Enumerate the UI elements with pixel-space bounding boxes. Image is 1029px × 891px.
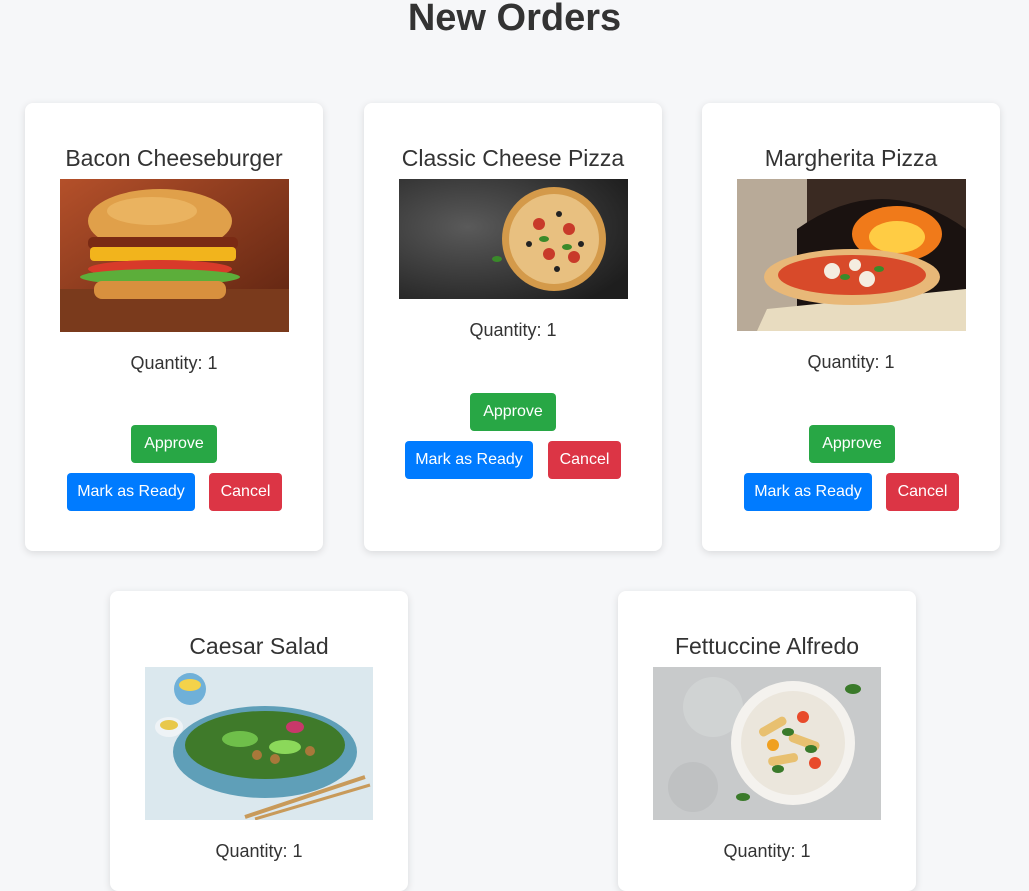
- mark-as-ready-button[interactable]: Mark as Ready: [744, 473, 872, 511]
- cancel-button[interactable]: Cancel: [209, 473, 282, 511]
- cancel-button[interactable]: Cancel: [548, 441, 621, 479]
- order-card-caesar-salad: Caesar Salad Quantity: 1: [110, 591, 408, 891]
- order-title: Classic Cheese Pizza: [401, 145, 625, 171]
- cancel-button[interactable]: Cancel: [886, 473, 959, 511]
- salad-image: [145, 667, 373, 820]
- order-quantity: Quantity: 1: [215, 841, 303, 861]
- mark-as-ready-button[interactable]: Mark as Ready: [405, 441, 533, 479]
- order-quantity: Quantity: 1: [723, 841, 811, 861]
- order-card-fettuccine-alfredo: Fettuccine Alfredo Quantity: 1: [618, 591, 916, 891]
- pasta-image: [653, 667, 881, 820]
- order-quantity: Quantity: 1: [469, 320, 557, 340]
- burger-image: [60, 179, 289, 332]
- order-title: Margherita Pizza: [764, 145, 938, 171]
- order-card-classic-cheese-pizza: Classic Cheese Pizza Quantity: 1 Approve…: [364, 103, 662, 551]
- order-title: Caesar Salad: [189, 633, 329, 659]
- approve-button[interactable]: Approve: [470, 393, 556, 431]
- order-title: Fettuccine Alfredo: [674, 633, 860, 659]
- mark-as-ready-button[interactable]: Mark as Ready: [67, 473, 195, 511]
- order-card-bacon-cheeseburger: Bacon Cheeseburger Quantity: 1 Approve M…: [25, 103, 323, 551]
- approve-button[interactable]: Approve: [809, 425, 895, 463]
- page-title: New Orders: [407, 0, 622, 39]
- order-quantity: Quantity: 1: [807, 352, 895, 372]
- pizza-oven-image: [737, 179, 966, 331]
- approve-button[interactable]: Approve: [131, 425, 217, 463]
- order-quantity: Quantity: 1: [130, 353, 218, 373]
- order-card-margherita-pizza: Margherita Pizza Quantity: 1 Approve Mar…: [702, 103, 1000, 551]
- pizza-image: [399, 179, 628, 299]
- order-title: Bacon Cheeseburger: [65, 145, 283, 171]
